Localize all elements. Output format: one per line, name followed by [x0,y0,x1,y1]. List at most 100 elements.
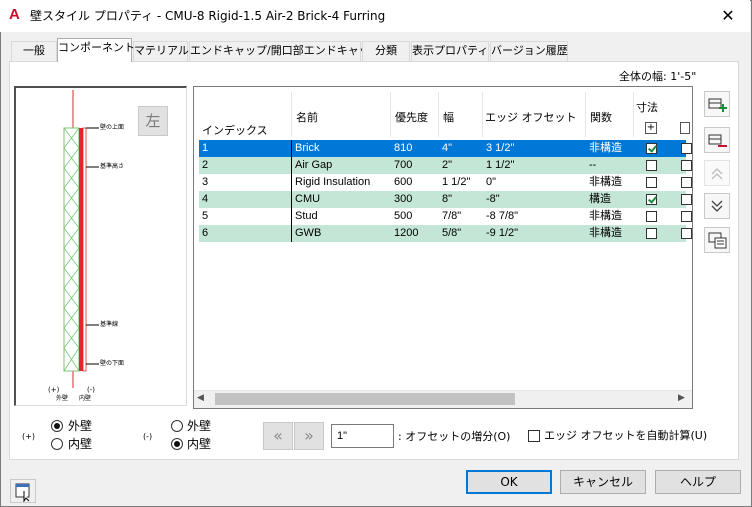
cell-width: 1 1/2" [442,176,471,188]
add-row-icon [708,98,727,112]
minus-exterior-label[interactable]: 外壁 [187,419,211,433]
plus-exterior-label[interactable]: 外壁 [68,419,92,433]
move-down-button[interactable] [704,193,730,219]
tab-materials[interactable]: マテリアル [133,41,189,61]
dimension-checkbox-2[interactable] [681,177,692,188]
cell-index: 6 [202,227,209,239]
chevron-down-icon [711,200,723,212]
tab-general[interactable]: 一般 [11,41,57,61]
decrement-offset-button[interactable]: « [263,422,293,450]
overall-width-label: 全体の幅: 1'-5" [619,70,697,83]
dimension-checkbox-2[interactable] [681,194,692,205]
cell-index: 4 [202,193,209,205]
tab-classification[interactable]: 分類 [362,41,410,61]
cell-edge-offset: -8 7/8" [486,210,519,222]
expand-icon[interactable]: + [645,122,657,134]
header-name[interactable]: 名前 [296,109,318,125]
window-title: 壁スタイル プロパティ - CMU-8 Rigid-1.5 Air-2 Bric… [30,9,386,23]
cancel-button[interactable]: キャンセル [560,470,646,494]
cell-edge-offset: 1 1/2" [486,159,515,171]
cell-edge-offset: 3 1/2" [486,142,515,154]
preview-interior-label: 内壁 [79,395,92,402]
dimension-column-icon[interactable] [680,122,690,134]
close-icon[interactable]: ✕ [716,4,740,28]
cell-priority: 700 [394,159,413,171]
flip-direction-button[interactable]: 左 [138,106,168,136]
component-details-button[interactable] [704,227,730,253]
wall-top-label: 壁の上面 [100,124,125,131]
offset-increment-input[interactable]: 1" [331,424,394,448]
plus-interior-label[interactable]: 内壁 [68,437,92,451]
cell-name: GWB [295,227,322,239]
plus-side-label: (+) [22,432,35,441]
cell-width: 4" [442,142,453,154]
minus-interior-radio[interactable] [171,438,183,450]
cell-edge-offset: 0" [486,176,497,188]
dimension-checkbox-2[interactable] [681,160,692,171]
tab-version-history[interactable]: バージョン履歴 [490,41,568,61]
auto-calc-checkbox[interactable] [528,430,540,442]
scrollbar-thumb[interactable] [215,393,515,405]
cell-function: 非構造 [589,176,622,188]
autocad-app-icon: A [9,6,20,23]
cell-priority: 810 [394,142,413,154]
table-row[interactable]: 1 Brick 810 4" 3 1/2" 非構造 [199,140,692,157]
increment-offset-button[interactable]: » [294,422,324,450]
cell-name: Stud [295,210,318,222]
components-grid: インデックス 名前 優先度 幅 エッジ オフセット 関数 寸法 + 1 Bric… [193,86,693,409]
help-button[interactable]: ヘルプ [655,470,741,494]
dimension-checkbox-2[interactable] [681,228,692,239]
table-row[interactable]: 4 CMU 300 8" -8" 構造 [199,191,692,208]
dimension-checkbox[interactable] [646,194,657,205]
chevron-up-icon [711,168,723,180]
cell-index: 3 [202,176,209,188]
cell-width: 2" [442,159,453,171]
cell-priority: 600 [394,176,413,188]
auto-calc-label[interactable]: エッジ オフセットを自動計算(U) [544,429,707,443]
header-index[interactable]: インデックス [202,122,268,138]
header-function[interactable]: 関数 [590,109,612,125]
dimension-checkbox-2[interactable] [681,143,692,154]
header-edge-offset[interactable]: エッジ オフセット [485,109,577,125]
tab-components[interactable]: コンポーネント [57,38,135,62]
dimension-checkbox[interactable] [646,211,657,222]
ok-button[interactable]: OK [466,470,552,494]
table-row[interactable]: 5 Stud 500 7/8" -8 7/8" 非構造 [199,208,692,225]
table-row[interactable]: 3 Rigid Insulation 600 1 1/2" 0" 非構造 [199,174,692,191]
cell-index: 2 [202,159,209,171]
minus-exterior-radio[interactable] [171,420,183,432]
tab-endcaps[interactable]: エンドキャップ/開口部エンドキャップ [189,41,381,61]
help-window-icon [15,483,30,503]
add-component-button[interactable] [704,91,730,117]
scroll-right-icon[interactable]: ▶ [678,393,685,403]
cell-function: 非構造 [589,210,622,222]
cell-edge-offset: -9 1/2" [486,227,519,239]
dimension-checkbox[interactable] [646,228,657,239]
help-icon[interactable] [10,479,36,503]
cell-width: 5/8" [442,227,462,239]
minus-interior-label[interactable]: 内壁 [187,437,211,451]
header-dimension[interactable]: 寸法 [636,99,658,115]
table-row[interactable]: 6 GWB 1200 5/8" -9 1/2" 非構造 [199,225,692,242]
remove-component-button[interactable] [704,127,730,153]
plus-interior-radio[interactable] [51,438,63,450]
wall-bottom-label: 壁の下面 [100,360,125,367]
dimension-checkbox[interactable] [646,160,657,171]
scroll-left-icon[interactable]: ◀ [197,393,204,403]
cell-function: -- [589,159,597,171]
cell-index: 1 [202,142,209,154]
cell-index: 5 [202,210,209,222]
cell-name: Brick [295,142,320,154]
header-width[interactable]: 幅 [443,109,454,125]
dimension-checkbox-2[interactable] [681,211,692,222]
table-row[interactable]: 2 Air Gap 700 2" 1 1/2" -- [199,157,692,174]
move-up-button[interactable] [704,160,730,186]
plus-exterior-radio[interactable] [51,420,63,432]
tab-display-properties[interactable]: 表示プロパティ [411,41,489,61]
cell-function: 構造 [589,193,611,205]
dimension-checkbox[interactable] [646,177,657,188]
minus-side-label: (-) [143,432,153,441]
header-priority[interactable]: 優先度 [395,109,428,125]
dimension-checkbox[interactable] [646,143,657,154]
cell-width: 7/8" [442,210,462,222]
